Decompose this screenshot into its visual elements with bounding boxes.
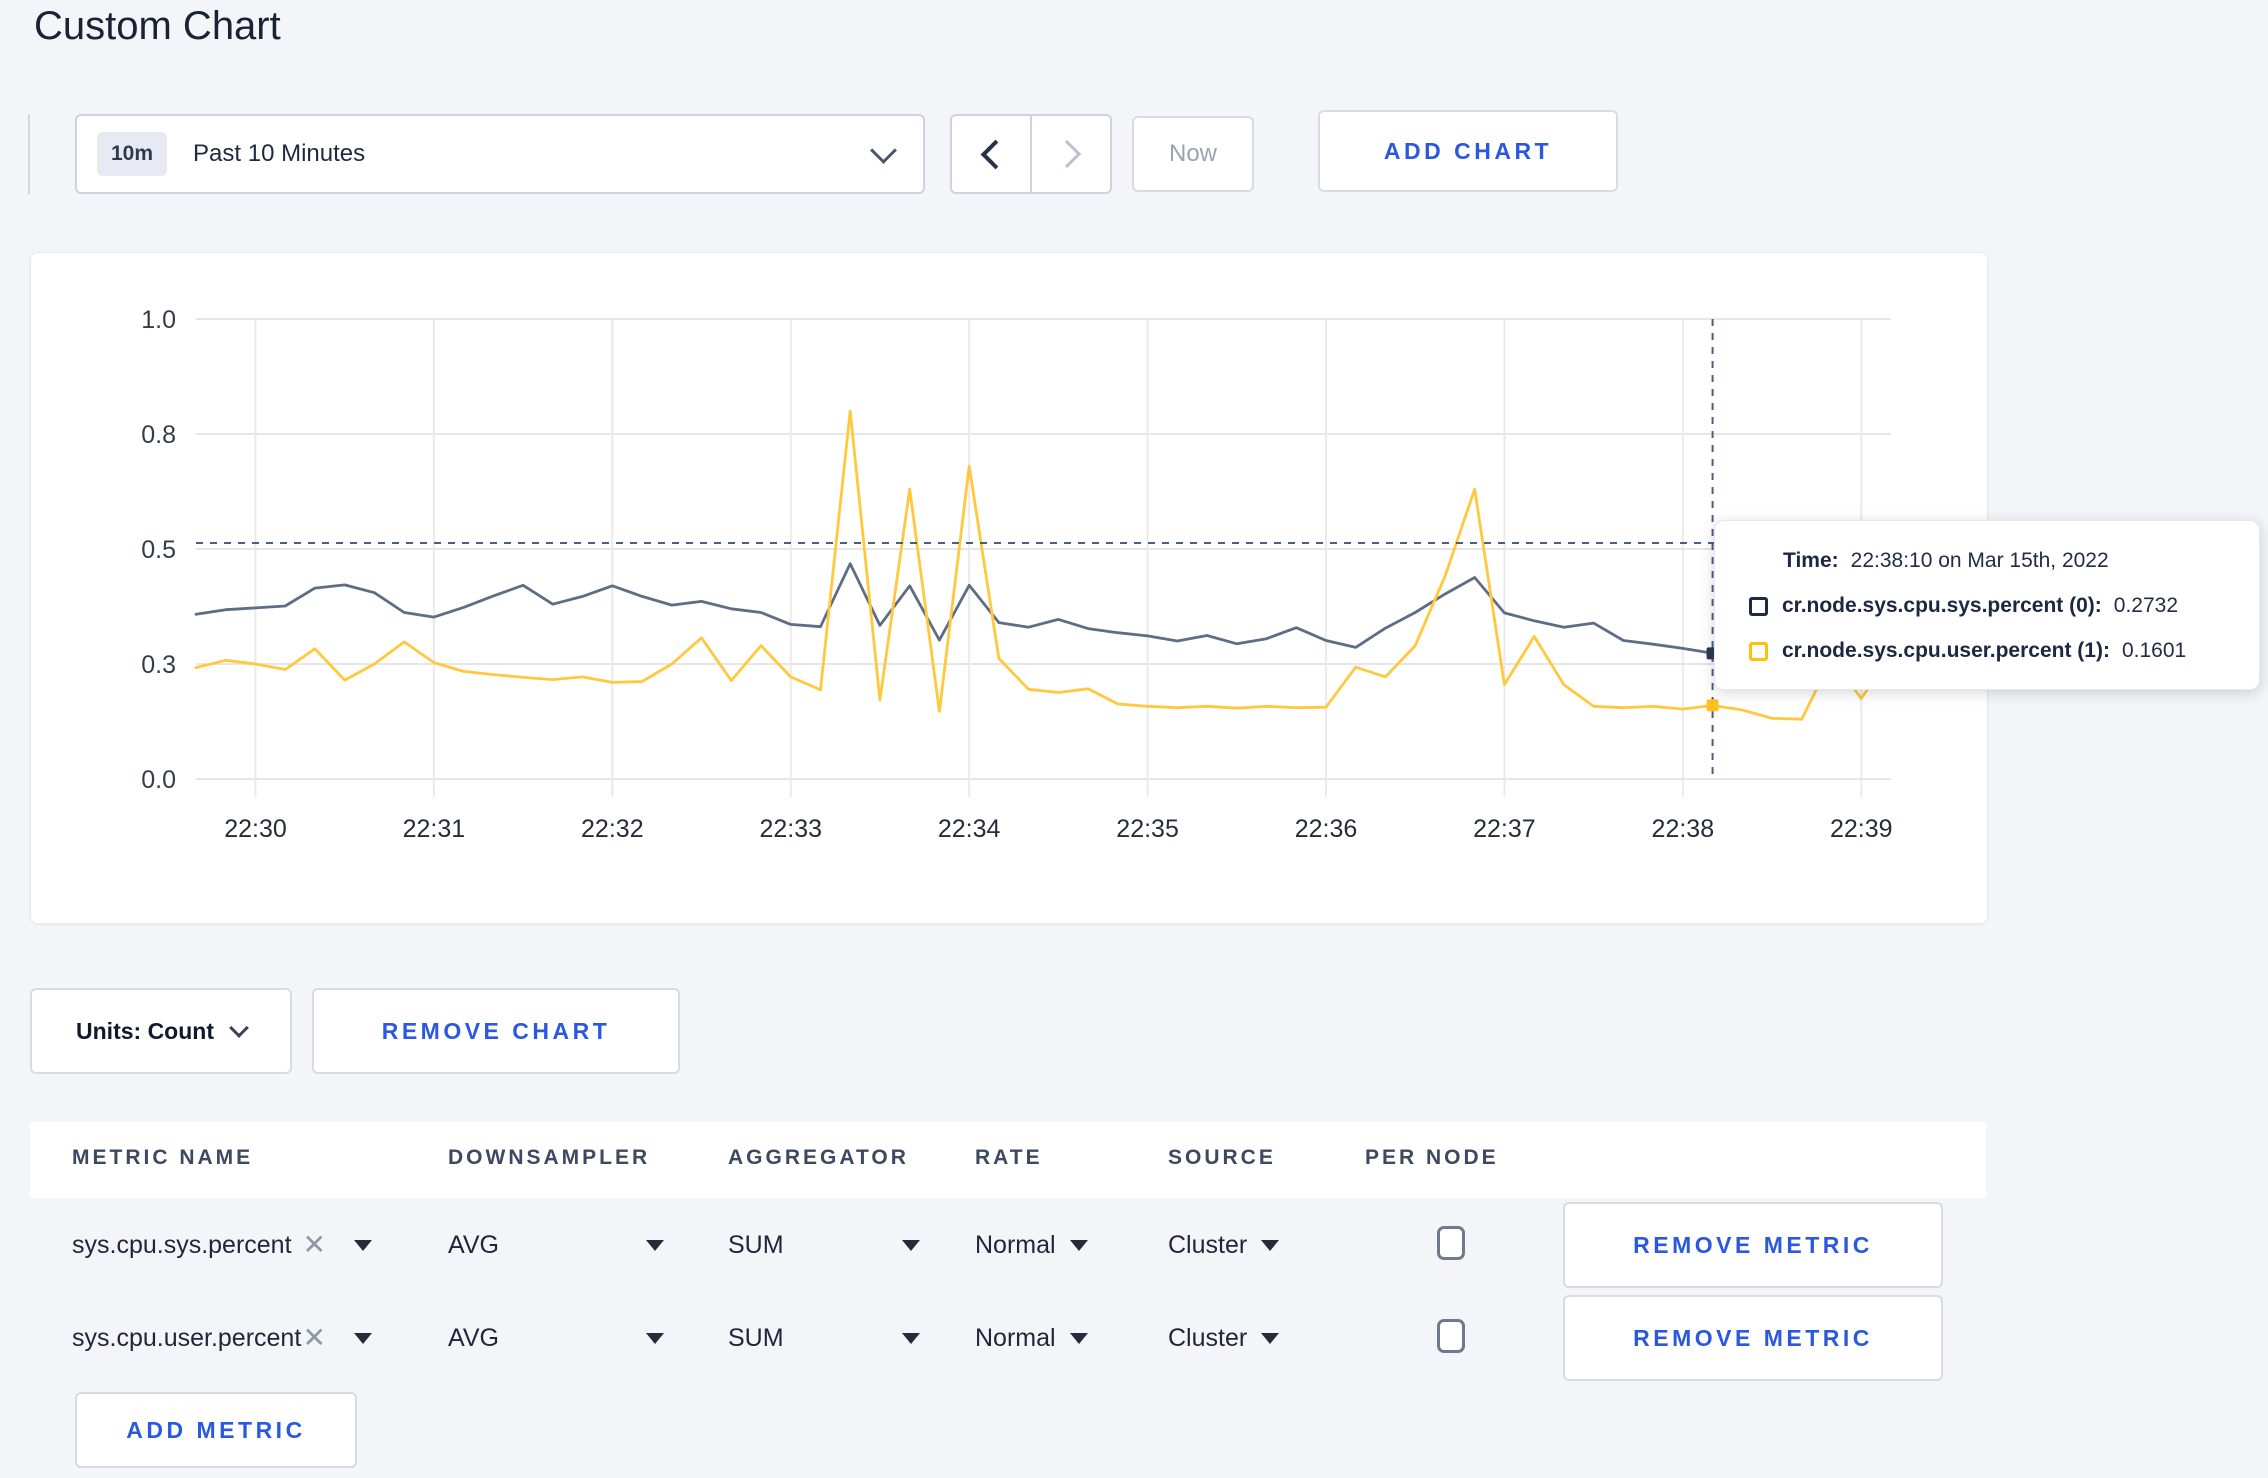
- tooltip-series-name: cr.node.sys.cpu.user.percent (1):: [1782, 639, 2110, 662]
- tooltip-time-value: 22:38:10 on Mar 15th, 2022: [1850, 549, 2109, 572]
- units-select[interactable]: Units: Count: [30, 988, 292, 1074]
- y-axis-tick-label: 0.5: [141, 536, 176, 564]
- add-metric-button[interactable]: ADD METRIC: [75, 1392, 357, 1468]
- user-series-hover-dot: [1706, 699, 1719, 712]
- source-value: Cluster: [1168, 1323, 1248, 1352]
- aggregator-select[interactable]: SUM: [728, 1295, 920, 1381]
- aggregator-value: SUM: [728, 1230, 784, 1259]
- now-button[interactable]: Now: [1132, 116, 1254, 192]
- x-axis-tick-label: 22:30: [224, 815, 287, 843]
- time-range-nav: [950, 114, 1112, 194]
- x-axis-tick-label: 22:33: [759, 815, 822, 843]
- x-axis-tick-label: 22:34: [938, 815, 1001, 843]
- chart-panel: 0.0 0.3 0.5 0.8 1.0 22:30 22:31 22:32 22:33 22:34…: [30, 252, 1988, 924]
- remove-chart-button[interactable]: REMOVE CHART: [312, 988, 680, 1074]
- tooltip-series-name: cr.node.sys.cpu.sys.percent (0):: [1782, 594, 2102, 617]
- col-header-metric-name: METRIC NAME: [72, 1146, 254, 1169]
- tooltip-time-label: Time:: [1783, 549, 1839, 572]
- units-label: Units: Count: [76, 1017, 214, 1044]
- y-axis-tick-label: 0.8: [141, 421, 176, 449]
- chevron-down-icon: [646, 1332, 664, 1344]
- clear-metric-icon[interactable]: ✕: [303, 1231, 326, 1259]
- chevron-down-icon: [646, 1239, 664, 1251]
- metric-row: sys.cpu.sys.percent ✕ AVG SUM Normal Clu…: [0, 1202, 2268, 1288]
- chevron-down-icon: [870, 136, 897, 164]
- x-axis-tick-label: 22:39: [1830, 815, 1893, 843]
- remove-metric-button[interactable]: REMOVE METRIC: [1563, 1295, 1943, 1381]
- x-axis-tick-label: 22:31: [403, 815, 466, 843]
- remove-metric-button[interactable]: REMOVE METRIC: [1563, 1202, 1943, 1288]
- chevron-down-icon: [1069, 1239, 1088, 1251]
- time-window-badge: 10m: [97, 132, 168, 176]
- per-node-checkbox[interactable]: [1437, 1226, 1465, 1260]
- metric-name-select[interactable]: sys.cpu.user.percent ✕: [72, 1295, 372, 1381]
- per-node-checkbox[interactable]: [1437, 1319, 1465, 1353]
- add-chart-button[interactable]: ADD CHART: [1318, 110, 1618, 192]
- toolbar-divider: [28, 114, 30, 194]
- metric-name-value: sys.cpu.user.percent: [72, 1323, 302, 1352]
- time-window-selector[interactable]: 10m Past 10 Minutes: [75, 114, 925, 194]
- metric-name-value: sys.cpu.sys.percent: [72, 1230, 292, 1259]
- user-series-swatch-icon: [1749, 641, 1768, 661]
- aggregator-value: SUM: [728, 1323, 784, 1352]
- downsampler-value: AVG: [448, 1230, 499, 1259]
- x-axis-tick-label: 22:37: [1473, 815, 1536, 843]
- prev-range-button[interactable]: [952, 116, 1032, 192]
- user-percent-series-line: [194, 409, 1893, 721]
- aggregator-select[interactable]: SUM: [728, 1202, 920, 1288]
- y-axis-tick-label: 0.3: [141, 651, 176, 679]
- col-header-downsampler: DOWNSAMPLER: [448, 1146, 651, 1169]
- source-select[interactable]: Cluster: [1168, 1295, 1280, 1381]
- x-axis-tick-label: 22:38: [1652, 815, 1715, 843]
- metric-name-select[interactable]: sys.cpu.sys.percent ✕: [72, 1202, 372, 1288]
- y-axis-tick-label: 1.0: [141, 306, 176, 334]
- next-range-button[interactable]: [1032, 116, 1110, 192]
- chevron-down-icon: [1261, 1332, 1280, 1344]
- time-window-label: Past 10 Minutes: [193, 140, 366, 167]
- chevron-down-icon: [1069, 1332, 1088, 1344]
- rate-select[interactable]: Normal: [975, 1295, 1088, 1381]
- downsampler-select[interactable]: AVG: [448, 1295, 664, 1381]
- downsampler-select[interactable]: AVG: [448, 1202, 664, 1288]
- rate-select[interactable]: Normal: [975, 1202, 1088, 1288]
- custom-chart-page: Custom Chart 10m Past 10 Minutes Now ADD…: [0, 0, 2268, 1478]
- chevron-down-icon: [354, 1332, 372, 1344]
- tooltip-series-value: 0.1601: [2121, 639, 2187, 662]
- rate-value: Normal: [975, 1230, 1056, 1259]
- col-header-aggregator: AGGREGATOR: [728, 1146, 909, 1169]
- chart-hover-tooltip: Time: 22:38:10 on Mar 15th, 2022 cr.node…: [1714, 520, 2260, 690]
- sys-series-swatch-icon: [1749, 596, 1768, 616]
- x-axis-tick-label: 22:36: [1295, 815, 1358, 843]
- col-header-source: SOURCE: [1168, 1146, 1276, 1169]
- page-title: Custom Chart: [34, 4, 281, 48]
- rate-value: Normal: [975, 1323, 1056, 1352]
- tooltip-series-value: 0.2732: [2113, 594, 2179, 617]
- source-select[interactable]: Cluster: [1168, 1202, 1280, 1288]
- chevron-left-icon: [980, 139, 1010, 169]
- chevron-right-icon: [1052, 139, 1082, 169]
- col-header-per-node: PER NODE: [1365, 1146, 1499, 1169]
- chevron-down-icon: [902, 1332, 920, 1344]
- metric-row: sys.cpu.user.percent ✕ AVG SUM Normal Cl…: [0, 1295, 2268, 1381]
- sys-percent-series-line: [194, 562, 1893, 655]
- chevron-down-icon: [902, 1239, 920, 1251]
- chevron-down-icon: [229, 1018, 249, 1038]
- source-value: Cluster: [1168, 1230, 1248, 1259]
- chevron-down-icon: [354, 1239, 372, 1251]
- downsampler-value: AVG: [448, 1323, 499, 1352]
- chevron-down-icon: [1261, 1239, 1280, 1251]
- col-header-rate: RATE: [975, 1146, 1043, 1169]
- x-axis-tick-label: 22:35: [1116, 815, 1179, 843]
- timeseries-chart[interactable]: 0.0 0.3 0.5 0.8 1.0 22:30 22:31 22:32 22:33 22:34…: [31, 253, 1987, 923]
- clear-metric-icon[interactable]: ✕: [303, 1324, 326, 1352]
- x-axis-tick-label: 22:32: [581, 815, 644, 843]
- y-axis-tick-label: 0.0: [141, 766, 176, 794]
